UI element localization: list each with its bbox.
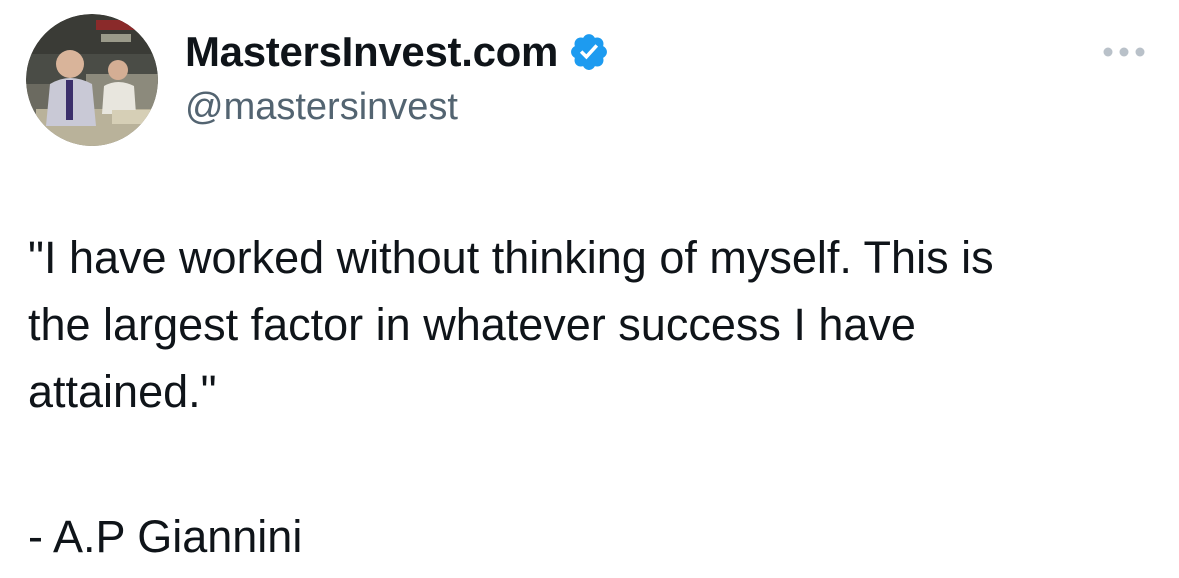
tweet-text-line-3: attained." [28, 366, 217, 417]
trader-photo-avatar-icon [26, 14, 158, 146]
tweet-text-line-1: "I have worked without thinking of mysel… [28, 232, 994, 283]
author-avatar[interactable] [26, 14, 158, 146]
more-options-icon[interactable] [1098, 40, 1150, 64]
name-row: MastersInvest.com [185, 26, 610, 78]
quote-attribution: - A.P Giannini [28, 511, 303, 562]
tweet-card: MastersInvest.com @mastersinvest "I have… [0, 0, 1179, 578]
author-header: MastersInvest.com @mastersinvest [185, 26, 610, 129]
tweet-text: "I have worked without thinking of mysel… [28, 224, 1158, 425]
author-display-name[interactable]: MastersInvest.com [185, 28, 558, 76]
author-handle[interactable]: @mastersinvest [185, 86, 610, 129]
verified-badge-icon[interactable] [568, 31, 610, 73]
tweet-text-line-2: the largest factor in whatever success I… [28, 299, 916, 350]
